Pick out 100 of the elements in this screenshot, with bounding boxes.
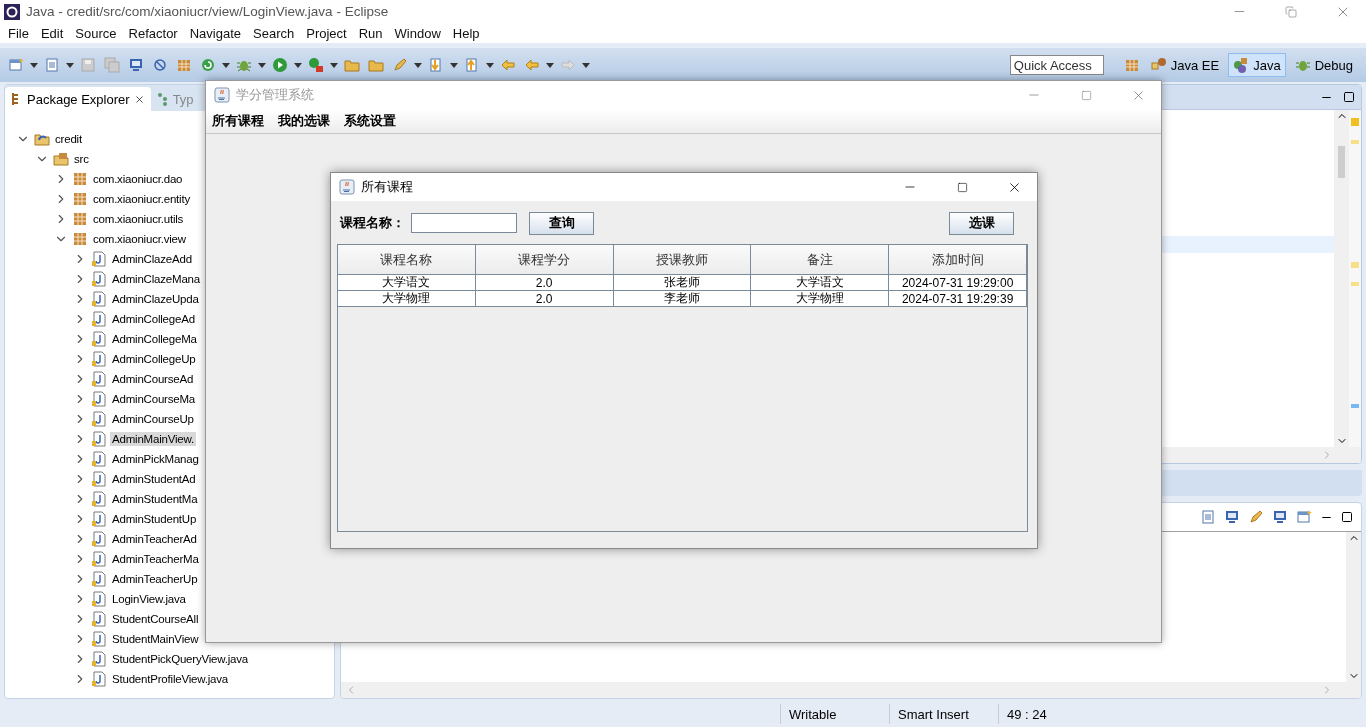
tree-item[interactable]: StudentMainView <box>110 632 201 646</box>
dropdown-caret-icon[interactable] <box>450 62 458 68</box>
dropdown-caret-icon[interactable] <box>294 62 302 68</box>
tree-item[interactable]: StudentPickQueryView.java <box>110 652 251 666</box>
query-button[interactable]: 查询 <box>529 211 594 235</box>
menu-item[interactable]: Search <box>247 25 301 41</box>
restore-icon[interactable] <box>1285 5 1297 18</box>
tree-item[interactable]: com.xiaoniucr.view <box>91 232 188 246</box>
perspective-button[interactable]: Debug <box>1289 53 1358 77</box>
tree-item[interactable]: AdminTeacherMa <box>110 552 201 566</box>
menu-item[interactable]: Help <box>446 25 486 41</box>
view-tab[interactable]: Package Explorer <box>5 87 151 111</box>
tree-item[interactable]: com.xiaoniucr.dao <box>91 172 185 186</box>
tree-item[interactable]: StudentCourseAll <box>110 612 201 626</box>
menu-item[interactable]: Edit <box>34 25 70 41</box>
pen-icon[interactable] <box>1248 509 1264 525</box>
tree-item[interactable]: AdminCollegeUp <box>110 352 198 366</box>
vertical-scrollbar[interactable] <box>1334 110 1349 447</box>
dropdown-caret-icon[interactable] <box>546 62 554 68</box>
close-icon[interactable] <box>133 93 145 105</box>
quick-access-field[interactable]: Quick Access <box>1009 55 1104 75</box>
package-icon <box>72 191 88 207</box>
table-cell: 大学语文 <box>751 275 890 290</box>
menu-item[interactable]: 我的选课 <box>278 112 330 130</box>
tree-item[interactable]: AdminCourseAd <box>110 372 196 386</box>
dropdown-caret-icon[interactable] <box>414 62 422 68</box>
java-file-icon <box>91 451 107 467</box>
dropdown-caret-icon[interactable] <box>582 62 590 68</box>
java-file-icon <box>91 351 107 367</box>
tree-item[interactable]: AdminPickManag <box>110 452 201 466</box>
overview-marker <box>1351 404 1359 408</box>
source-folder-icon <box>53 151 69 167</box>
java-file-icon <box>91 611 107 627</box>
package-icon <box>72 231 88 247</box>
tree-item[interactable]: AdminStudentUp <box>110 512 199 526</box>
monitor-icon[interactable] <box>1224 509 1240 525</box>
tree-item[interactable]: AdminStudentMa <box>110 492 200 506</box>
vertical-scrollbar[interactable] <box>1346 532 1361 682</box>
tree-item[interactable]: AdminClazeUpda <box>110 292 201 306</box>
tree-item[interactable]: com.xiaoniucr.entity <box>91 192 192 206</box>
tree-item[interactable]: AdminMainView. <box>110 432 196 446</box>
dialog-title: 所有课程 <box>361 178 414 196</box>
tree-item[interactable]: AdminCollegeMa <box>110 332 199 346</box>
overview-marker <box>1351 262 1359 268</box>
menu-item[interactable]: Window <box>388 25 447 41</box>
menu-item[interactable]: 系统设置 <box>344 112 396 130</box>
dropdown-caret-icon[interactable] <box>66 62 74 68</box>
dropdown-caret-icon[interactable] <box>330 62 338 68</box>
java-file-icon <box>91 371 107 387</box>
tree-item[interactable]: credit <box>53 132 84 146</box>
perspective-icon <box>1150 57 1167 73</box>
menu-item[interactable]: Navigate <box>183 25 247 41</box>
course-name-field[interactable] <box>411 213 517 233</box>
monitor-icon[interactable] <box>1272 509 1288 525</box>
tree-item[interactable]: AdminTeacherUp <box>110 572 200 586</box>
menu-item[interactable]: File <box>2 25 35 41</box>
menu-item[interactable]: 所有课程 <box>212 112 264 130</box>
tree-item[interactable]: AdminStudentAd <box>110 472 198 486</box>
maximize-icon[interactable] <box>1341 511 1353 523</box>
tree-item[interactable]: AdminCourseMa <box>110 392 198 406</box>
window-title: 学分管理系统 <box>236 86 315 104</box>
tree-item[interactable]: AdminClazeAdd <box>110 252 194 266</box>
menu-item[interactable]: Run <box>352 25 389 41</box>
tree-item[interactable]: StudentProfileView.java <box>110 672 230 686</box>
scrollbar-thumb[interactable] <box>1338 146 1345 178</box>
menu-item[interactable]: Refactor <box>122 25 184 41</box>
maximize-icon[interactable] <box>1343 91 1355 103</box>
document-icon[interactable] <box>1200 509 1216 525</box>
column-header[interactable]: 备注 <box>751 245 890 274</box>
column-header[interactable]: 课程学分 <box>475 245 614 274</box>
select-course-button[interactable]: 选课 <box>949 211 1014 235</box>
java-file-icon <box>91 411 107 427</box>
column-header[interactable]: 授课教师 <box>613 245 752 274</box>
column-header[interactable]: 课程名称 <box>338 245 476 274</box>
status-field: Smart Insert <box>889 704 998 724</box>
java-file-icon <box>91 651 107 667</box>
dropdown-caret-icon[interactable] <box>30 62 38 68</box>
dropdown-caret-icon[interactable] <box>258 62 266 68</box>
new-window-icon[interactable] <box>1296 509 1312 525</box>
perspective-button[interactable]: Java <box>1228 53 1286 77</box>
tree-item[interactable]: AdminCourseUp <box>110 412 196 426</box>
column-header[interactable]: 添加时间 <box>889 245 1027 274</box>
dropdown-caret-icon[interactable] <box>486 62 494 68</box>
search-label: 课程名称： <box>340 214 405 232</box>
overview-marker <box>1351 140 1359 144</box>
tree-item[interactable]: LoginView.java <box>110 592 188 606</box>
tree-item[interactable]: src <box>72 152 91 166</box>
perspective-button[interactable]: Java EE <box>1145 53 1225 77</box>
table-cell: 张老师 <box>613 275 752 290</box>
perspective-icon <box>1233 57 1250 73</box>
java-file-icon <box>91 671 107 687</box>
menu-item[interactable]: Source <box>69 25 123 41</box>
window-title: Java - credit/src/com/xiaoniucr/view/LoginView.java - Eclipse <box>26 4 390 19</box>
tree-item[interactable]: AdminCollegeAd <box>110 312 197 326</box>
tree-item[interactable]: AdminClazeMana <box>110 272 202 286</box>
table-cell: 2.0 <box>475 275 614 290</box>
tree-item[interactable]: AdminTeacherAd <box>110 532 199 546</box>
dropdown-caret-icon[interactable] <box>222 62 230 68</box>
menu-item[interactable]: Project <box>300 25 353 41</box>
tree-item[interactable]: com.xiaoniucr.utils <box>91 212 186 226</box>
